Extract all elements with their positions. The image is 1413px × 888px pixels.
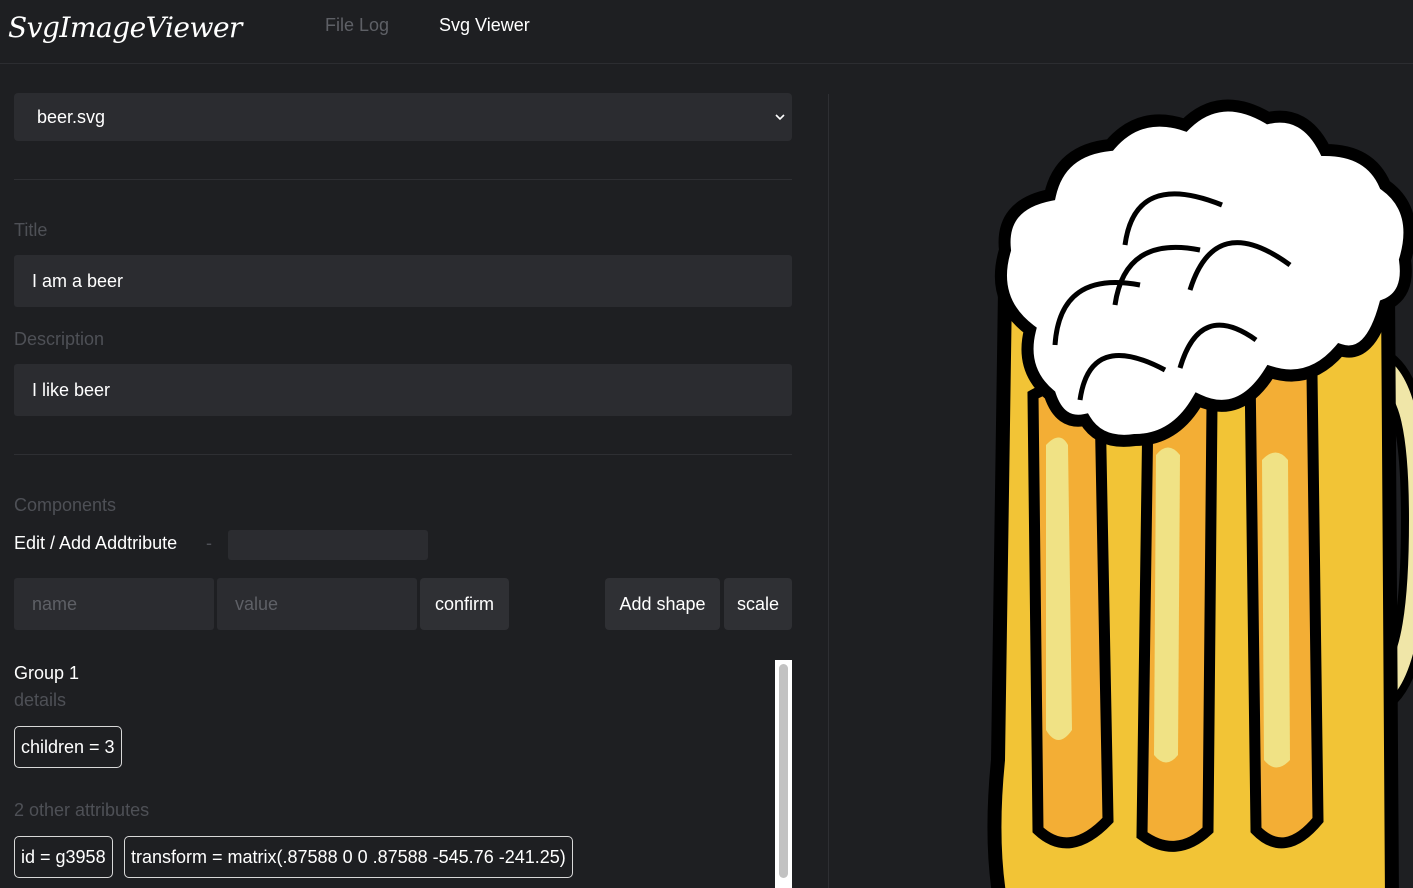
other-attributes-label: 2 other attributes xyxy=(14,800,150,820)
top-navbar: SvgImageViewer File Log Svg Viewer xyxy=(0,0,1413,64)
group-title: Group 1 xyxy=(14,663,80,683)
add-shape-button[interactable]: Add shape xyxy=(605,578,720,630)
scrollbar-thumb[interactable] xyxy=(779,664,788,878)
attribute-name-input[interactable] xyxy=(14,578,214,630)
edit-attribute-dash: - xyxy=(206,533,212,553)
edit-attribute-label: Edit / Add Addtribute xyxy=(14,533,178,553)
nav-svg-viewer[interactable]: Svg Viewer xyxy=(439,14,530,36)
title-label: Title xyxy=(14,220,48,240)
attribute-chip-id[interactable]: id = g3958 xyxy=(14,836,113,878)
app-brand[interactable]: SvgImageViewer xyxy=(8,2,242,52)
description-input[interactable]: I like beer xyxy=(14,364,792,416)
file-select-dropdown[interactable]: beer.svg xyxy=(14,93,792,141)
svg-preview-panel xyxy=(829,64,1413,888)
nav-file-log[interactable]: File Log xyxy=(325,14,389,36)
description-label: Description xyxy=(14,329,105,349)
attribute-chip-transform[interactable]: transform = matrix(.87588 0 0 .87588 -54… xyxy=(124,836,573,878)
chevron-down-icon xyxy=(775,114,785,121)
selected-attribute-field[interactable] xyxy=(228,530,428,560)
divider xyxy=(14,454,792,455)
scale-button[interactable]: scale xyxy=(724,578,792,630)
confirm-button[interactable]: confirm xyxy=(420,578,509,630)
children-chip[interactable]: children = 3 xyxy=(14,726,122,768)
components-heading: Components xyxy=(14,495,117,515)
title-input[interactable]: I am a beer xyxy=(14,255,792,307)
divider xyxy=(14,179,792,180)
file-select-value: beer.svg xyxy=(37,106,106,127)
group-details-label: details xyxy=(14,690,67,710)
attribute-value-input[interactable] xyxy=(217,578,417,630)
beer-mug-image xyxy=(987,99,1413,888)
